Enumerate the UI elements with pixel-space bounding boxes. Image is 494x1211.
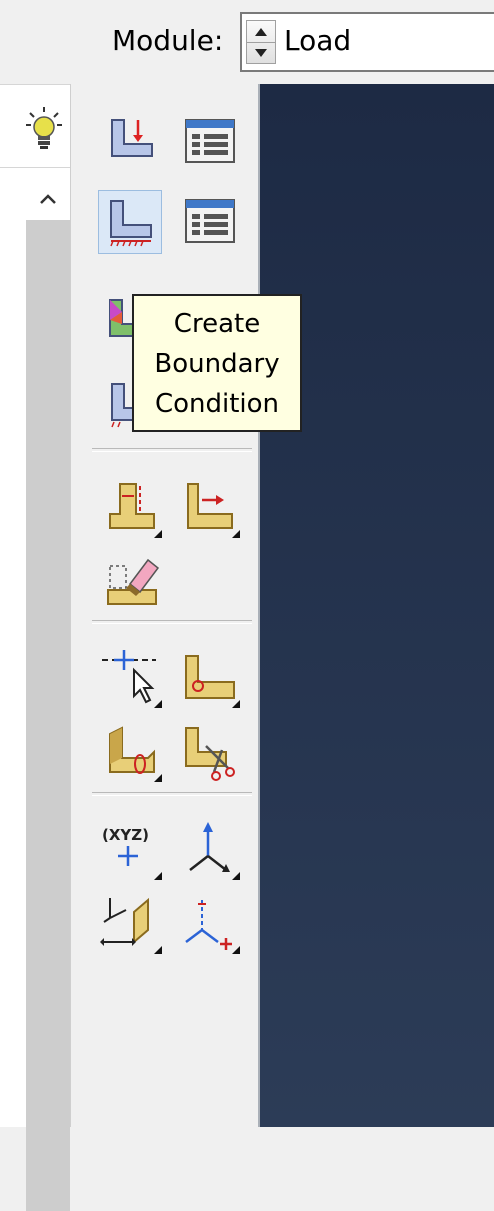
flyout-indicator: [154, 700, 162, 708]
scrollbar-track[interactable]: [26, 220, 70, 1211]
tooltip-line-1: Create: [173, 309, 261, 339]
create-load-button[interactable]: [100, 110, 164, 174]
erase-button[interactable]: [100, 550, 164, 614]
flyout-indicator: [232, 946, 240, 954]
load-manager-icon: [185, 119, 235, 163]
spinner-down-icon[interactable]: [247, 42, 275, 63]
bc-manager-icon: [185, 199, 235, 243]
cut-icon: [185, 727, 235, 781]
flyout-indicator: [232, 872, 240, 880]
flyout-indicator: [154, 530, 162, 538]
load-manager-button[interactable]: [178, 110, 242, 174]
topbar-left: [0, 0, 88, 84]
tooltip-line-3: Condition: [154, 389, 280, 419]
module-toolbox: (XYZ): [88, 84, 258, 1127]
module-label: Module:: [112, 24, 224, 57]
erase-icon: [107, 558, 160, 605]
datum-plane-button[interactable]: [100, 720, 164, 784]
module-value: Load: [284, 24, 352, 57]
scroll-up-button[interactable]: [28, 182, 68, 216]
flyout-indicator: [232, 700, 240, 708]
panel-divider[interactable]: [70, 84, 88, 1127]
partition-face-button[interactable]: [178, 476, 242, 540]
cut-button[interactable]: [178, 720, 242, 784]
toolbox-separator: [92, 620, 252, 624]
flyout-indicator: [232, 530, 240, 538]
flyout-indicator: [154, 946, 162, 954]
graphics-viewport[interactable]: [258, 84, 494, 1127]
tooltip: Create Boundary Condition: [132, 294, 302, 432]
lightbulb-icon[interactable]: [26, 107, 62, 151]
create-datum-csys-button[interactable]: [178, 892, 242, 956]
flyout-indicator: [154, 872, 162, 880]
flyout-indicator: [154, 774, 162, 782]
svg-text:(XYZ): (XYZ): [102, 826, 149, 844]
xyz-point-button[interactable]: (XYZ): [100, 818, 164, 882]
create-bc-icon: [110, 200, 152, 247]
create-datum-plane-button[interactable]: [100, 892, 164, 956]
module-select[interactable]: Load: [240, 12, 494, 72]
create-boundary-condition-button[interactable]: [98, 190, 162, 254]
spinner-up-icon[interactable]: [247, 21, 275, 43]
datum-point-button[interactable]: [100, 646, 164, 710]
toolbox-separator: [92, 448, 252, 452]
toolbox-separator: [92, 792, 252, 796]
datum-csys-button[interactable]: [178, 818, 242, 882]
partition-edge-button[interactable]: [100, 476, 164, 540]
module-spinner[interactable]: [246, 20, 276, 64]
tooltip-line-2: Boundary: [154, 349, 280, 379]
bc-manager-button[interactable]: [178, 190, 242, 254]
chevron-up-icon: [40, 194, 56, 204]
datum-axis-button[interactable]: [178, 646, 242, 710]
create-load-icon: [111, 119, 153, 157]
